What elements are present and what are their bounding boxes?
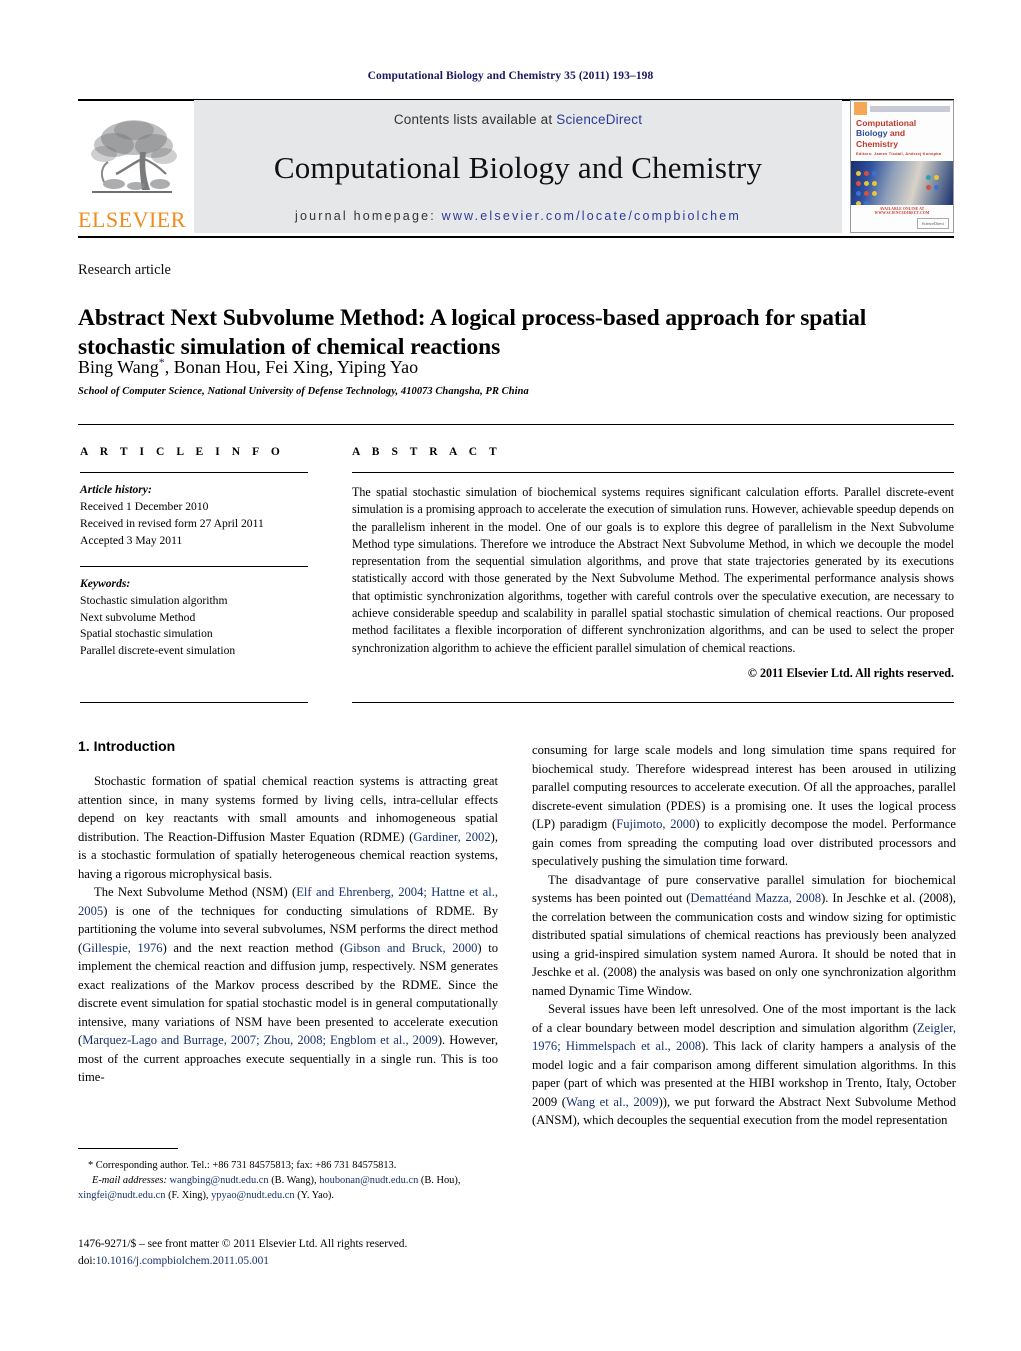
citation-link[interactable]: Elf and Ehrenberg, 2004; Hattne et al., … [78, 885, 498, 918]
cover-title-line2: Biology and [856, 128, 948, 138]
article-info-column: A R T I C L E I N F O Article history: R… [80, 446, 308, 660]
cover-footer-text: AVAILABLE ONLINE AT WWW.SCIENCEDIRECT.CO… [874, 207, 930, 215]
homepage-url-link[interactable]: www.elsevier.com/locate/compbiolchem [442, 209, 741, 223]
journal-homepage-line: journal homepage: www.elsevier.com/locat… [295, 209, 741, 223]
info-bottom-rule [80, 702, 308, 703]
email-link[interactable]: xingfei@nudt.edu.cn [78, 1190, 165, 1201]
cover-header-bar [870, 105, 950, 112]
article-history-block: Article history: Received 1 December 201… [80, 482, 308, 550]
keywords-block: Keywords: Stochastic simulation algorith… [80, 576, 308, 661]
abstract-bottom-rule [352, 702, 954, 703]
citation-link[interactable]: Gibson and Bruck, 2000 [344, 941, 477, 955]
email-link[interactable]: houbonan@nudt.edu.cn [319, 1175, 418, 1186]
article-info-rule [80, 472, 308, 473]
paragraph: consuming for large scale models and lon… [532, 743, 956, 868]
journal-masthead: ELSEVIER Contents lists available at Sci… [78, 100, 954, 233]
keywords-label: Keywords: [80, 576, 131, 590]
abstract-column: A B S T R A C T The spatial stochastic s… [352, 446, 954, 681]
abstract-text: The spatial stochastic simulation of bio… [352, 485, 954, 655]
abstract-heading: A B S T R A C T [352, 446, 502, 458]
keyword-item: Stochastic simulation algorithm [80, 593, 228, 607]
front-matter-line: 1476-9271/$ – see front matter © 2011 El… [78, 1238, 408, 1250]
doi-link[interactable]: 10.1016/j.compbiolchem.2011.05.001 [96, 1255, 269, 1267]
citation-link[interactable]: Marquez-Lago and Burrage, 2007; Zhou, 20… [82, 1033, 438, 1047]
elsevier-logo: ELSEVIER [78, 100, 186, 233]
cover-title-block: Computational Biology and Chemistry Edit… [851, 116, 953, 157]
masthead-center-panel: Contents lists available at ScienceDirec… [194, 100, 842, 233]
cover-editors: Editors: James Tisdall, Andrzej Konopka [856, 151, 942, 157]
cover-title-line1: Computational [856, 118, 917, 128]
email-link[interactable]: ypyao@nudt.edu.cn [211, 1190, 294, 1201]
paragraph: The disadvantage of pure conservative pa… [532, 872, 956, 998]
section-heading-introduction: 1. Introduction [78, 738, 176, 754]
cover-title-line2-b: and [889, 128, 906, 139]
cover-title-line3: Chemistry [856, 138, 899, 149]
abstract-rule [352, 472, 954, 473]
article-history-label: Article history: [80, 483, 152, 496]
cover-elsevier-mark-icon [854, 102, 867, 115]
paragraph: The Next Subvolume Method (NSM) (Elf and… [78, 885, 498, 1084]
corresponding-author-marker: * [158, 355, 165, 369]
author-list: Bing Wang*, Bonan Hou, Fei Xing, Yiping … [78, 355, 419, 377]
citation-link[interactable]: Gillespie, 1976 [82, 941, 162, 955]
keyword-item: Next subvolume Method [80, 610, 196, 624]
history-item: Accepted 3 May 2011 [80, 533, 183, 547]
email-addresses-note: E-mail addresses: wangbing@nudt.edu.cn (… [78, 1173, 498, 1203]
email-owner: (F. Xing), [168, 1190, 209, 1202]
citation-link[interactable]: Wang et al., 2009 [566, 1095, 659, 1109]
keywords-rule [80, 565, 308, 567]
email-link[interactable]: wangbing@nudt.edu.cn [170, 1175, 269, 1186]
history-item: Received in revised form 27 April 2011 [80, 516, 264, 530]
header-divider [78, 424, 954, 425]
body-column-left: Stochastic formation of spatial chemical… [78, 772, 498, 1087]
article-info-heading: A R T I C L E I N F O [80, 446, 285, 458]
cover-footer: AVAILABLE ONLINE AT WWW.SCIENCEDIRECT.CO… [851, 205, 953, 232]
homepage-prefix: journal homepage: [294, 209, 442, 223]
paragraph: Stochastic formation of spatial chemical… [78, 774, 498, 881]
footnote-block: * Corresponding author. Tel.: +86 731 84… [78, 1158, 498, 1203]
cover-header [851, 101, 953, 116]
cover-artwork [851, 161, 953, 205]
doi-prefix: doi: [78, 1255, 96, 1268]
running-head: Computational Biology and Chemistry 35 (… [367, 70, 654, 82]
abstract-copyright: © 2011 Elsevier Ltd. All rights reserved… [747, 665, 954, 680]
citation-link[interactable]: Demattéand Mazza, 2008 [690, 891, 821, 905]
article-type-label: Research article [78, 262, 171, 278]
body-column-right: consuming for large scale models and lon… [532, 741, 956, 1130]
page-title: Abstract Next Subvolume Method: A logica… [78, 304, 867, 361]
journal-cover-thumbnail: Computational Biology and Chemistry Edit… [850, 100, 954, 233]
cover-title-line2-a: Biology [856, 128, 888, 139]
journal-title: Computational Biology and Chemistry [273, 149, 763, 185]
keyword-item: Parallel discrete-event simulation [80, 644, 236, 658]
citation-link[interactable]: Fujimoto, 2000 [616, 817, 695, 831]
email-owner: (B. Wang), [271, 1175, 317, 1187]
masthead-bottom-rule [78, 236, 954, 238]
elsevier-wordmark: ELSEVIER [78, 207, 186, 232]
citation-link[interactable]: Zeigler, 1976; Himmelspach et al., 2008 [532, 1021, 956, 1054]
doi-line: doi:10.1016/j.compbiolchem.2011.05.001 [78, 1253, 538, 1270]
imprint-block: 1476-9271/$ – see front matter © 2011 El… [78, 1236, 538, 1270]
email-label: E-mail addresses: [92, 1175, 167, 1187]
elsevier-tree-icon [91, 120, 177, 193]
paragraph: Several issues have been left unresolved… [532, 1002, 957, 1127]
email-owner: (Y. Yao). [297, 1190, 334, 1202]
paper-page: Computational Biology and Chemistry 35 (… [0, 0, 1021, 1351]
cover-sciencedirect-badge: ScienceDirect [916, 218, 949, 229]
affiliation: School of Computer Science, National Uni… [78, 386, 529, 397]
contents-prefix: Contents lists available at [393, 112, 557, 127]
history-item: Received 1 December 2010 [80, 499, 209, 513]
corresponding-author-note: * Corresponding author. Tel.: +86 731 84… [88, 1160, 397, 1171]
citation-link[interactable]: Gardiner, 2002 [413, 830, 490, 844]
sciencedirect-link[interactable]: ScienceDirect [556, 112, 642, 127]
keyword-item: Spatial stochastic simulation [80, 627, 213, 641]
footnote-divider [78, 1148, 178, 1149]
email-owner: (B. Hou), [420, 1175, 461, 1187]
contents-available-line: Contents lists available at ScienceDirec… [394, 112, 642, 127]
